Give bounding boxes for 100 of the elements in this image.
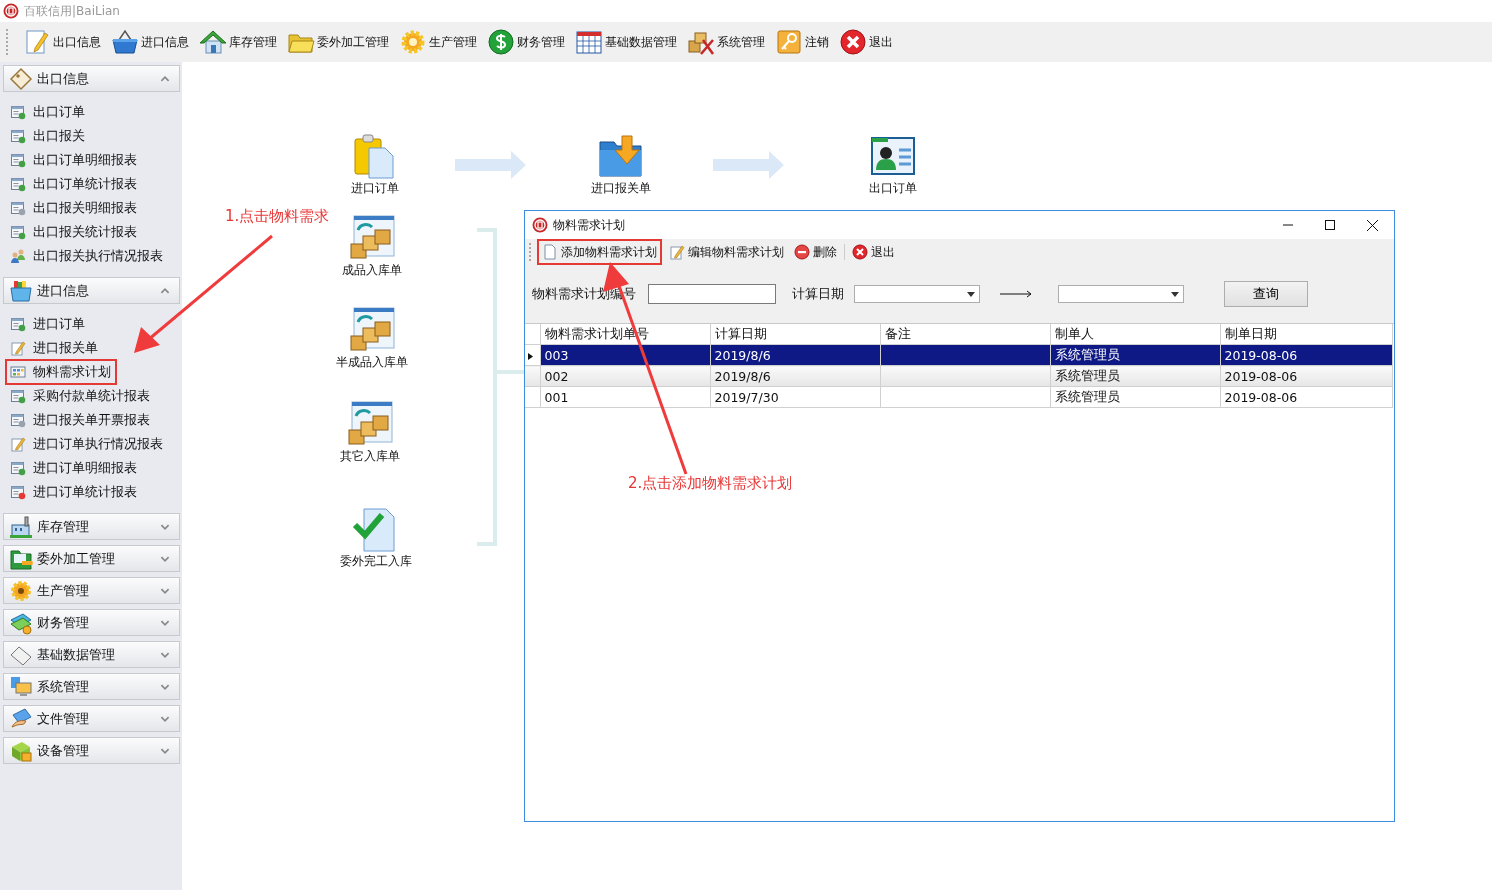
column-header[interactable]: 制单人: [1050, 324, 1220, 345]
close-icon[interactable]: [839, 28, 867, 56]
toolbar-button[interactable]: 退出: [849, 239, 898, 265]
sidebar-item[interactable]: 物料需求计划: [6, 360, 116, 384]
sidebar-item[interactable]: 采购付款单统计报表: [6, 384, 155, 408]
toolbar-button[interactable]: 基础数据管理: [571, 26, 681, 58]
sidebar-item[interactable]: 出口订单统计报表: [6, 172, 142, 196]
table-cell: 2019-08-06: [1220, 386, 1393, 408]
sidebar-item[interactable]: 进口订单执行情况报表: [6, 432, 168, 456]
boxes-icon: [346, 400, 394, 448]
delete-icon[interactable]: [794, 244, 810, 260]
toolbar-button[interactable]: 删除: [791, 239, 840, 265]
range-arrow-icon: [1000, 290, 1032, 298]
toolbar-button[interactable]: 生产管理: [395, 26, 481, 58]
form-icon: [10, 460, 26, 476]
form-icon: [10, 176, 26, 192]
accordion-header[interactable]: 财务管理: [3, 609, 180, 636]
flow-node-label[interactable]: 进口订单: [351, 180, 399, 197]
accordion-header[interactable]: 生产管理: [3, 577, 180, 604]
flow-node-label[interactable]: 委外完工入库: [340, 553, 412, 570]
folder-download-icon: [597, 132, 645, 180]
key-icon: [775, 28, 803, 56]
close-icon[interactable]: [852, 244, 868, 260]
sidebar-item[interactable]: 出口报关统计报表: [6, 220, 142, 244]
toolbar-button[interactable]: 进口信息: [107, 26, 193, 58]
column-header[interactable]: 制单日期: [1220, 324, 1393, 345]
toolbar-button[interactable]: 财务管理: [483, 26, 569, 58]
flow-arrow: [455, 150, 527, 180]
close-icon[interactable]: [1367, 219, 1378, 231]
date-dropdown[interactable]: [1058, 285, 1184, 303]
accordion-header[interactable]: 基础数据管理: [3, 641, 180, 668]
monitor-icon: [9, 674, 33, 699]
input-field[interactable]: [648, 284, 776, 304]
people-icon: [10, 248, 26, 264]
column-header[interactable]: 计算日期: [710, 324, 880, 345]
gear-icon: [399, 28, 427, 56]
current-row-icon: [528, 352, 533, 360]
table-cell: 001: [540, 386, 710, 408]
window-title: 百联信用|BaiLian: [24, 2, 120, 20]
accordion-header[interactable]: 设备管理: [3, 737, 180, 764]
maximize-icon[interactable]: [1325, 219, 1335, 230]
toolbar-button[interactable]: 添加物料需求计划: [537, 239, 662, 265]
sidebar-item[interactable]: 进口订单明细报表: [6, 456, 142, 480]
boxes-icon: [348, 214, 396, 262]
sidebar-item[interactable]: 进口订单: [6, 312, 90, 336]
sidebar-item[interactable]: 进口报关单: [6, 336, 103, 360]
query-button[interactable]: 查询: [1224, 281, 1308, 307]
form-icon: [10, 388, 26, 404]
factory-icon: [9, 514, 33, 539]
date-dropdown[interactable]: [854, 285, 980, 303]
toolbar-button[interactable]: 编辑物料需求计划: [666, 239, 787, 265]
form-icon: [10, 224, 26, 240]
accordion-header[interactable]: 文件管理: [3, 705, 180, 732]
column-header[interactable]: 备注: [880, 324, 1050, 345]
accordion-header[interactable]: 委外加工管理: [3, 545, 180, 572]
sidebar-item[interactable]: 出口报关: [6, 124, 90, 148]
table-cell: 2019/7/30: [710, 386, 880, 408]
table-row[interactable]: 003 2019/8/6 系统管理员 2019-08-06: [525, 344, 1393, 366]
house-icon: [199, 28, 227, 56]
hand-file-icon: [9, 706, 33, 731]
sidebar-item[interactable]: 进口报关单开票报表: [6, 408, 155, 432]
flow-node-label[interactable]: 进口报关单: [591, 180, 651, 197]
pencil-document-icon: [10, 340, 26, 356]
logo-icon: [3, 3, 19, 19]
sidebar-item[interactable]: 进口订单统计报表: [6, 480, 142, 504]
form-icon: [10, 104, 26, 120]
box-icon: [9, 278, 33, 303]
table-cell: 系统管理员: [1050, 386, 1220, 408]
flow-arrow: [713, 150, 785, 180]
form-icon: [10, 412, 26, 428]
gear-icon: [9, 578, 33, 603]
logo-icon: [532, 217, 548, 233]
toolbar-button[interactable]: 退出: [835, 26, 897, 58]
toolbar-button[interactable]: 出口信息: [19, 26, 105, 58]
coin-icon: [487, 28, 515, 56]
flow-node-label[interactable]: 其它入库单: [340, 448, 400, 465]
accordion-header[interactable]: 库存管理: [3, 513, 180, 540]
table-row[interactable]: 001 2019/7/30 系统管理员 2019-08-06: [525, 386, 1393, 408]
table-row[interactable]: 002 2019/8/6 系统管理员 2019-08-06: [525, 365, 1393, 387]
pencil-document-icon: [669, 244, 685, 260]
form-icon: [10, 152, 26, 168]
sidebar-item[interactable]: 出口订单: [6, 100, 90, 124]
basket-icon: [111, 28, 139, 56]
flow-node-label[interactable]: 半成品入库单: [336, 354, 408, 371]
sidebar-item[interactable]: 出口订单明细报表: [6, 148, 142, 172]
flow-node-label[interactable]: 出口订单: [869, 180, 917, 197]
toolbar-button[interactable]: 注销: [771, 26, 833, 58]
accordion-header[interactable]: 系统管理: [3, 673, 180, 700]
flow-node-label[interactable]: 成品入库单: [342, 262, 402, 279]
toolbar-button[interactable]: 库存管理: [195, 26, 281, 58]
form-icon: [10, 316, 26, 332]
accordion-header[interactable]: 进口信息: [3, 277, 180, 304]
sidebar-item[interactable]: 出口报关执行情况报表: [6, 244, 168, 268]
toolbar-button[interactable]: 系统管理: [683, 26, 769, 58]
dropdown-caret-icon: [1171, 291, 1179, 297]
tag-icon: [9, 66, 33, 91]
toolbar-button[interactable]: 委外加工管理: [283, 26, 393, 58]
field-label: 计算日期: [792, 285, 844, 303]
accordion-header[interactable]: 出口信息: [3, 65, 180, 92]
sidebar-item[interactable]: 出口报关明细报表: [6, 196, 142, 220]
